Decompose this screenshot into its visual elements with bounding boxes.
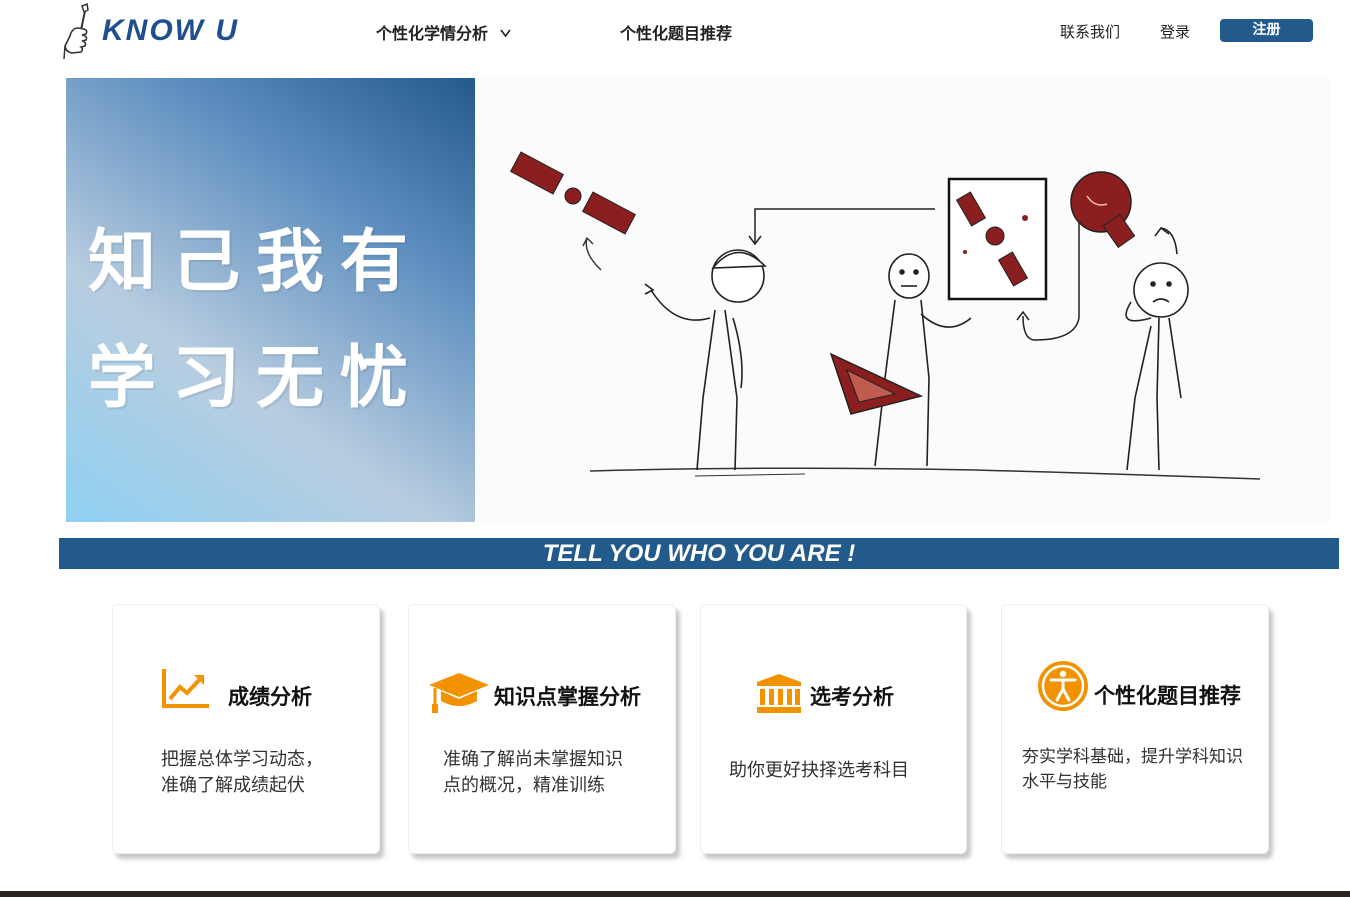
card-title: 个性化题目推荐 <box>1094 684 1241 708</box>
card-desc-line: 准确了解成绩起伏 <box>161 775 305 796</box>
contact-us-link[interactable]: 联系我们 <box>1060 21 1120 42</box>
nav-question-recommend-label: 个性化题目推荐 <box>620 24 733 43</box>
accessibility-icon <box>1038 661 1088 711</box>
slogan-line-1: 知己我有 <box>88 223 425 302</box>
card-description: 夯实学科基础，提升学科知识 水平与技能 <box>1022 745 1243 795</box>
diagram-frame <box>947 177 1048 301</box>
nav-learning-analysis-label: 个性化学情分析 <box>376 24 489 43</box>
logo-text: KNOW U <box>102 14 239 47</box>
card-description: 助你更好抉择选考科目 <box>729 758 909 784</box>
chevron-down-icon <box>499 29 511 37</box>
card-desc-line: 夯实学科基础，提升学科知识 <box>1022 747 1243 767</box>
stick-figures-illustration <box>509 151 1261 480</box>
card-subject-selection[interactable]: 选考分析 助你更好抉择选考科目 <box>700 604 967 854</box>
footer-bar <box>0 891 1350 897</box>
slogan-banner: TELL YOU WHO YOU ARE ! <box>59 538 1339 569</box>
card-title: 选考分析 <box>810 685 894 709</box>
card-desc-line: 水平与技能 <box>1022 772 1107 792</box>
card-score-analysis[interactable]: 成绩分析 把握总体学习动态， 准确了解成绩起伏 <box>112 604 380 854</box>
slogan-line-2: 学习无忧 <box>88 339 425 418</box>
graduation-cap-icon <box>429 673 489 713</box>
hero-slogan-panel: 知己我有 学习无忧 <box>66 78 475 522</box>
card-title: 知识点掌握分析 <box>494 685 641 709</box>
card-question-recommend[interactable]: 个性化题目推荐 夯实学科基础，提升学科知识 水平与技能 <box>1001 604 1269 854</box>
line-chart-icon <box>162 669 209 708</box>
figure-engineer <box>644 249 767 471</box>
logo[interactable]: KNOW U <box>60 2 290 62</box>
header: KNOW U 个性化学情分析 个性化题目推荐 联系我们 登录 注册 <box>0 0 1350 64</box>
nav-question-recommend[interactable]: 个性化题目推荐 <box>620 20 732 44</box>
card-knowledge-analysis[interactable]: 知识点掌握分析 准确了解尚未掌握知识 点的概况，精准训练 <box>408 604 676 854</box>
lightbulb-icon <box>1070 171 1136 249</box>
login-link[interactable]: 登录 <box>1160 21 1190 42</box>
register-button[interactable]: 注册 <box>1220 19 1313 42</box>
card-desc-line: 助你更好抉择选考科目 <box>729 760 909 781</box>
card-desc-line: 把握总体学习动态， <box>161 749 323 770</box>
triangle-ruler-icon <box>829 352 924 415</box>
card-desc-line: 准确了解尚未掌握知识 <box>443 749 623 770</box>
card-title: 成绩分析 <box>228 685 312 709</box>
card-desc-line: 点的概况，精准训练 <box>443 775 605 796</box>
institution-icon <box>757 674 801 713</box>
satellite-icon <box>509 151 637 271</box>
nav-learning-analysis[interactable]: 个性化学情分析 <box>376 20 511 44</box>
card-description: 把握总体学习动态， 准确了解成绩起伏 <box>161 747 323 799</box>
hero-illustration <box>475 78 1330 522</box>
thumbs-up-pen-icon <box>63 2 89 60</box>
card-description: 准确了解尚未掌握知识 点的概况，精准训练 <box>443 747 623 799</box>
figure-thinker <box>1125 226 1189 471</box>
